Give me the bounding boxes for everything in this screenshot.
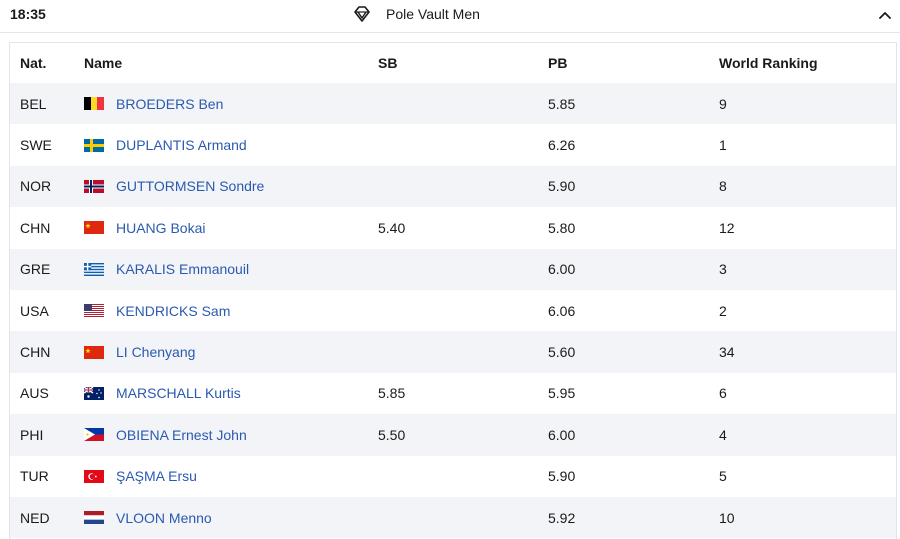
nat-cell: NOR (20, 178, 52, 195)
name-cell: BROEDERS Ben (84, 83, 223, 124)
column-header-name: Name (84, 55, 123, 71)
name-cell: HUANG Bokai (84, 207, 205, 248)
column-header-world-ranking: World Ranking (719, 55, 818, 71)
event-header[interactable]: 18:35 Pole Vault Men (0, 0, 900, 33)
pb-cell: 5.85 (548, 95, 576, 112)
pb-cell: 5.60 (548, 344, 576, 361)
athlete-link[interactable]: DUPLANTIS Armand (116, 137, 247, 153)
table-row: CHN LI Chenyang 5.60 34 (10, 331, 896, 373)
world-ranking-cell: 8 (719, 178, 727, 195)
table-row: USA KENDRICKS Sam 6.06 2 (10, 289, 896, 332)
event-time: 18:35 (10, 6, 46, 22)
pb-cell: 5.90 (548, 178, 576, 195)
world-ranking-cell: 6 (719, 385, 727, 402)
flag-greece-icon (84, 262, 104, 276)
table-row: TUR ŞAŞMA Ersu 5.90 5 (10, 455, 896, 497)
pb-cell: 6.00 (548, 426, 576, 443)
nat-cell: AUS (20, 385, 49, 402)
table-header-row: Nat. Name SB PB World Ranking (10, 43, 896, 83)
athlete-link[interactable]: HUANG Bokai (116, 220, 205, 236)
nat-cell: BEL (20, 95, 47, 112)
athlete-link[interactable]: BROEDERS Ben (116, 96, 223, 112)
pb-cell: 5.95 (548, 385, 576, 402)
name-cell: OBIENA Ernest John (84, 414, 247, 455)
event-title-group: Pole Vault Men (352, 4, 480, 24)
athlete-link[interactable]: KARALIS Emmanouil (116, 261, 249, 277)
name-cell: KARALIS Emmanouil (84, 249, 249, 290)
sb-cell: 5.40 (378, 219, 406, 236)
flag-turkey-icon (84, 469, 104, 483)
world-ranking-cell: 9 (719, 95, 727, 112)
table-row: AUS MARSCHALL Kurtis 5.85 5.95 6 (10, 372, 896, 415)
flag-china-icon (84, 345, 104, 359)
flag-belgium-icon (84, 97, 104, 111)
athlete-link[interactable]: VLOON Menno (116, 510, 212, 526)
world-ranking-cell: 34 (719, 344, 735, 361)
event-page: 18:35 Pole Vault Men Nat. Name SB PB Wor… (0, 0, 900, 539)
world-ranking-cell: 1 (719, 137, 727, 154)
world-ranking-cell: 3 (719, 261, 727, 278)
pb-cell: 5.80 (548, 219, 576, 236)
name-cell: ŞAŞMA Ersu (84, 456, 197, 497)
nat-cell: USA (20, 302, 49, 319)
nat-cell: SWE (20, 137, 52, 154)
nat-cell: GRE (20, 261, 51, 278)
world-ranking-cell: 2 (719, 302, 727, 319)
table-body: BEL BROEDERS Ben 5.85 9 SWE DUPLANTIS Armand 6… (10, 83, 896, 539)
chevron-up-icon[interactable] (878, 8, 892, 20)
table-row: SWE DUPLANTIS Armand 6.26 1 (10, 124, 896, 166)
flag-norway-icon (84, 179, 104, 193)
diamond-icon (352, 5, 372, 23)
flag-netherlands-icon (84, 511, 104, 525)
column-header-nat: Nat. (20, 55, 47, 71)
table-row: NOR GUTTORMSEN Sondre 5.90 8 (10, 165, 896, 208)
nat-cell: NED (20, 509, 50, 526)
world-ranking-cell: 5 (719, 468, 727, 485)
athlete-link[interactable]: LI Chenyang (116, 344, 195, 360)
name-cell: LI Chenyang (84, 331, 195, 372)
world-ranking-cell: 12 (719, 219, 735, 236)
event-title: Pole Vault Men (386, 6, 480, 22)
flag-philippines-icon (84, 428, 104, 442)
name-cell: GUTTORMSEN Sondre (84, 166, 264, 207)
athlete-link[interactable]: OBIENA Ernest John (116, 427, 247, 443)
name-cell: MARSCHALL Kurtis (84, 373, 241, 414)
sb-cell: 5.50 (378, 426, 406, 443)
world-ranking-cell: 4 (719, 426, 727, 443)
nat-cell: CHN (20, 344, 51, 361)
column-header-sb: SB (378, 55, 398, 71)
column-header-pb: PB (548, 55, 568, 71)
pb-cell: 6.00 (548, 261, 576, 278)
table-row: BEL BROEDERS Ben 5.85 9 (10, 83, 896, 125)
athlete-link[interactable]: KENDRICKS Sam (116, 303, 230, 319)
name-cell: VLOON Menno (84, 497, 212, 538)
pb-cell: 5.92 (548, 509, 576, 526)
name-cell: KENDRICKS Sam (84, 290, 230, 331)
name-cell: DUPLANTIS Armand (84, 124, 247, 165)
nat-cell: TUR (20, 468, 49, 485)
table-row: CHN HUANG Bokai 5.40 5.80 12 (10, 207, 896, 249)
table-row: NED VLOON Menno 5.92 10 (10, 496, 896, 539)
sb-cell: 5.85 (378, 385, 406, 402)
world-ranking-cell: 10 (719, 509, 735, 526)
start-list-table: Nat. Name SB PB World Ranking BEL BROEDER… (9, 42, 897, 539)
athlete-link[interactable]: GUTTORMSEN Sondre (116, 178, 264, 194)
table-row: PHI OBIENA Ernest John 5.50 6.00 4 (10, 414, 896, 456)
flag-china-icon (84, 221, 104, 235)
flag-australia-icon (84, 386, 104, 400)
pb-cell: 6.26 (548, 137, 576, 154)
flag-usa-icon (84, 304, 104, 318)
athlete-link[interactable]: MARSCHALL Kurtis (116, 385, 241, 401)
table-row: GRE KARALIS Emmanouil 6.00 3 (10, 248, 896, 290)
flag-sweden-icon (84, 138, 104, 152)
pb-cell: 6.06 (548, 302, 576, 319)
pb-cell: 5.90 (548, 468, 576, 485)
nat-cell: PHI (20, 426, 44, 443)
nat-cell: CHN (20, 219, 51, 236)
athlete-link[interactable]: ŞAŞMA Ersu (116, 468, 197, 484)
